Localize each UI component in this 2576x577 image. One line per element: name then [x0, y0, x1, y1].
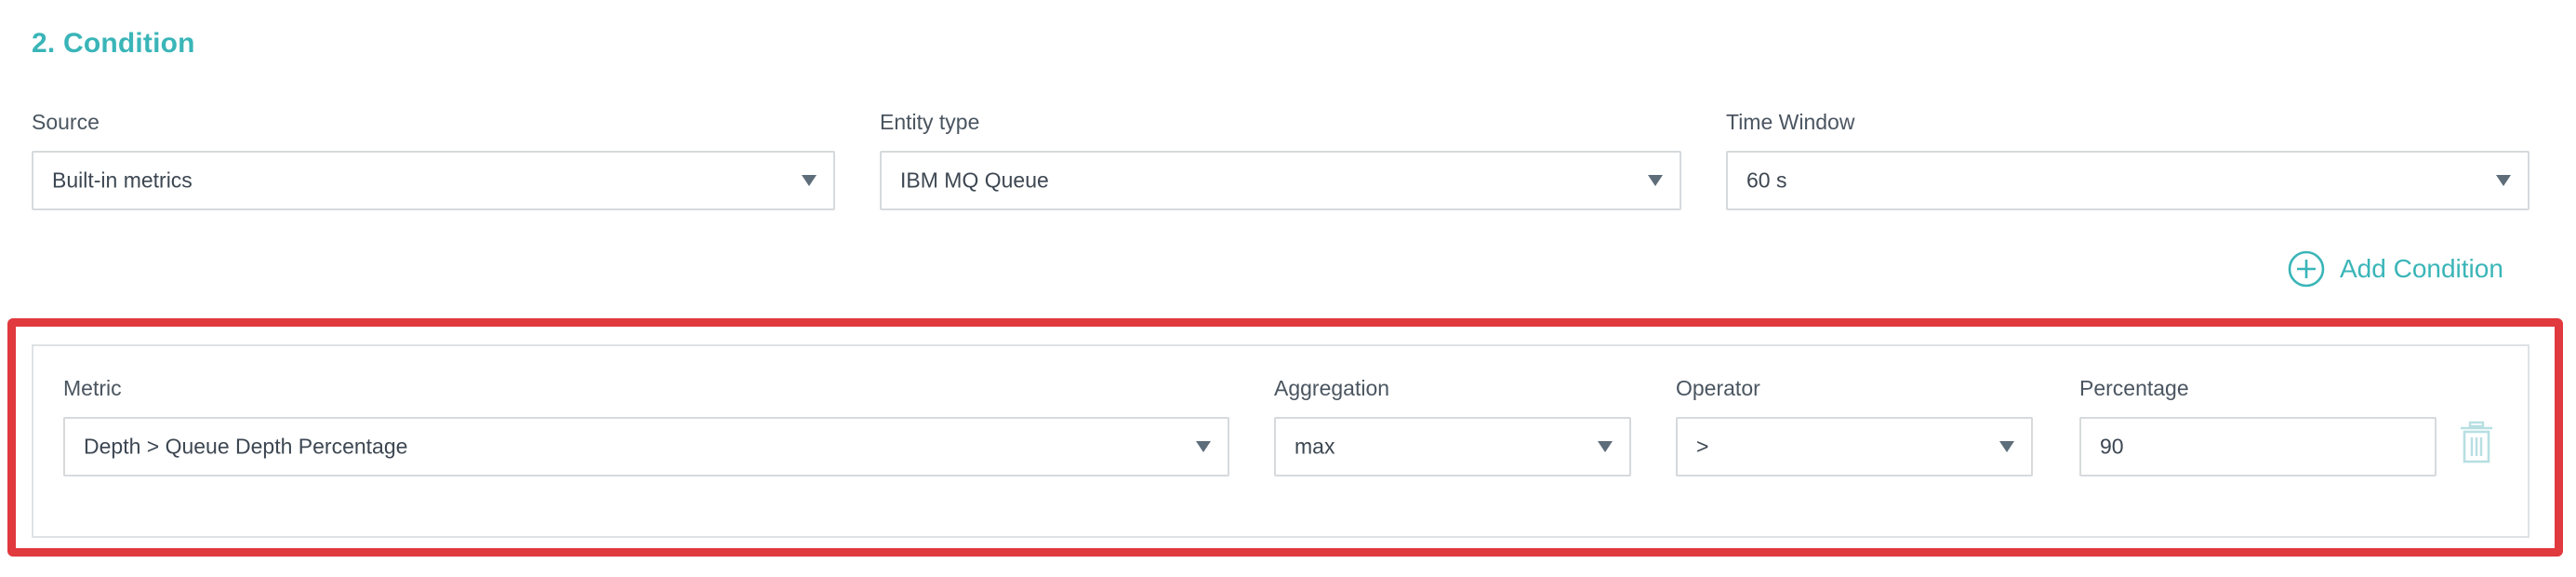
- chevron-down-icon: [1196, 441, 1211, 452]
- section-title: 2. Condition: [32, 28, 195, 59]
- trash-icon[interactable]: [2459, 421, 2494, 463]
- percentage-input[interactable]: 90: [2079, 417, 2437, 476]
- percentage-input-value: 90: [2100, 434, 2124, 459]
- entity-type-select-value: IBM MQ Queue: [900, 168, 1049, 193]
- source-select[interactable]: Built-in metrics: [32, 151, 835, 210]
- chevron-down-icon: [1999, 441, 2014, 452]
- time-window-select-value: 60 s: [1746, 168, 1787, 193]
- entity-type-select[interactable]: IBM MQ Queue: [880, 151, 1681, 210]
- plus-circle-icon: [2288, 250, 2325, 288]
- chevron-down-icon: [1598, 441, 1613, 452]
- metric-select[interactable]: Depth > Queue Depth Percentage: [63, 417, 1229, 476]
- source-select-value: Built-in metrics: [52, 168, 193, 193]
- add-condition-label: Add Condition: [2340, 254, 2503, 283]
- entity-type-label: Entity type: [880, 110, 980, 134]
- operator-select[interactable]: >: [1676, 417, 2033, 476]
- time-window-label: Time Window: [1726, 110, 1855, 134]
- time-window-select[interactable]: 60 s: [1726, 151, 2530, 210]
- chevron-down-icon: [1648, 175, 1663, 186]
- percentage-label: Percentage: [2079, 376, 2189, 400]
- aggregation-label: Aggregation: [1274, 376, 1390, 400]
- aggregation-select[interactable]: max: [1274, 417, 1631, 476]
- add-condition-button[interactable]: Add Condition: [2288, 248, 2503, 290]
- operator-label: Operator: [1676, 376, 1760, 400]
- chevron-down-icon: [802, 175, 817, 186]
- source-label: Source: [32, 110, 100, 134]
- metric-label: Metric: [63, 376, 122, 400]
- chevron-down-icon: [2496, 175, 2511, 186]
- metric-select-value: Depth > Queue Depth Percentage: [84, 434, 408, 459]
- aggregation-select-value: max: [1295, 434, 1335, 459]
- operator-select-value: >: [1696, 434, 1709, 459]
